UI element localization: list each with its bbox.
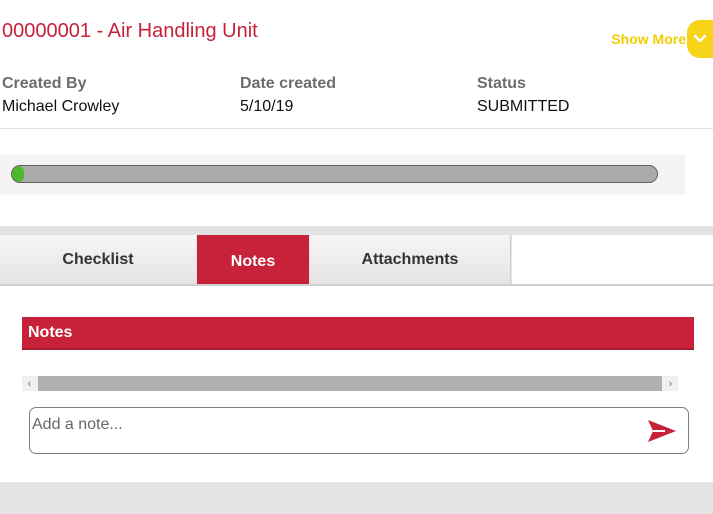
footer-band [0,482,713,514]
tab-checklist[interactable]: Checklist [0,235,196,284]
created-by-label: Created By [2,75,87,92]
note-input[interactable] [32,413,632,437]
divider [0,128,713,129]
send-icon[interactable] [647,419,677,443]
created-by-value: Michael Crowley [2,98,120,115]
scrollbar-thumb[interactable] [38,376,662,391]
chevron-down-icon[interactable] [687,20,713,58]
chevron-left-icon[interactable]: ‹ [22,376,37,391]
date-created-label: Date created [240,75,337,92]
tab-notes[interactable]: Notes [197,235,309,284]
tab-bar-filler [512,235,713,284]
page-title: 00000001 - Air Handling Unit [2,20,258,42]
status-label: Status [477,75,526,92]
notes-section-header: Notes [22,317,694,350]
progress-bar-fill [12,166,24,182]
date-created-value: 5/10/19 [240,98,294,115]
tab-bar-underline [0,284,713,286]
progress-bar [11,165,658,183]
status-value: SUBMITTED [477,98,570,115]
show-more-toggle[interactable]: Show More [611,20,713,58]
chevron-right-icon[interactable]: › [663,376,678,391]
note-input-container [29,407,689,454]
tab-attachments[interactable]: Attachments [310,235,511,284]
show-more-label[interactable]: Show More [611,31,686,47]
